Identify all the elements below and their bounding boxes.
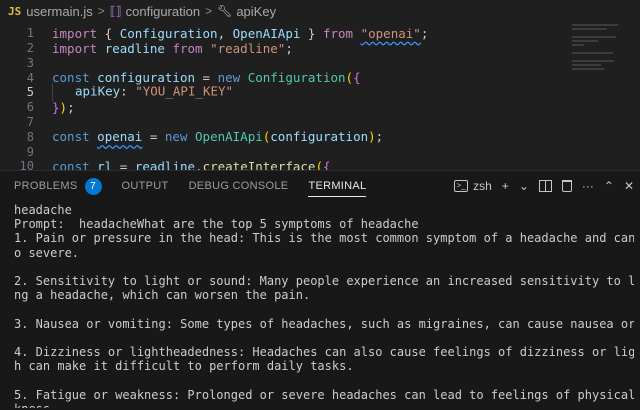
- tab-terminal[interactable]: TERMINAL: [308, 171, 367, 201]
- terminal-line: 2. Sensitivity to light or sound: Many p…: [14, 274, 634, 289]
- trash-icon[interactable]: [561, 180, 572, 192]
- shell-name: zsh: [473, 179, 492, 193]
- code-line[interactable]: 10 const rl = readline.createInterface({: [0, 155, 570, 170]
- terminal-line: 1. Pain or pressure in the head: This is…: [14, 231, 634, 246]
- terminal-icon: >_: [454, 180, 469, 192]
- tab-debug-console[interactable]: DEBUG CONSOLE: [189, 171, 289, 201]
- breadcrumb-file[interactable]: usermain.js: [26, 4, 92, 19]
- symbol-property-icon: 🔧︎: [217, 4, 233, 18]
- plus-icon[interactable]: +: [502, 179, 509, 193]
- tab-label: TERMINAL: [308, 180, 367, 192]
- terminal-line: headache: [14, 203, 72, 217]
- code-token: createInterface: [202, 158, 316, 170]
- code-editor[interactable]: 1 import { Configuration, OpenAIApi } fro…: [0, 22, 640, 170]
- terminal-line: o severe.: [14, 245, 80, 260]
- chevron-right-icon: >: [97, 4, 105, 18]
- terminal-line: Prompt: headacheWhat are the top 5 sympt…: [14, 217, 419, 232]
- terminal-line: 4. Dizziness or lightheadedness: Headach…: [14, 345, 634, 360]
- breadcrumb-symbol-apikey[interactable]: apiKey: [236, 4, 276, 19]
- terminal-shell-selector[interactable]: >_ zsh: [454, 179, 492, 193]
- code-token: rl: [97, 158, 113, 170]
- js-file-icon: JS: [8, 4, 22, 18]
- tab-label: DEBUG CONSOLE: [188, 180, 289, 192]
- problems-count-badge: 7: [84, 177, 102, 195]
- code-text: const rl = readline.createInterface({: [40, 159, 331, 170]
- code-token: .: [195, 158, 203, 170]
- code-token: {: [322, 158, 331, 170]
- terminal-line: ng a headache, which can worsen the pain…: [14, 288, 311, 303]
- bottom-panel: PROBLEMS 7 OUTPUT DEBUG CONSOLE TERMINAL >_ …: [0, 170, 640, 410]
- tab-problems[interactable]: PROBLEMS 7: [14, 171, 102, 201]
- code-token: const: [52, 158, 90, 170]
- tab-label: PROBLEMS: [14, 180, 78, 192]
- code-token: =: [112, 158, 135, 170]
- chevron-up-icon[interactable]: ⌃: [604, 179, 614, 193]
- symbol-variable-icon: ⟦⟧: [109, 4, 122, 18]
- terminal-line: h can make it difficult to perform daily…: [14, 359, 354, 374]
- code-token: readline: [134, 158, 196, 170]
- ellipsis-icon[interactable]: ···: [582, 179, 594, 193]
- terminal-line: 3. Nausea or vomiting: Some types of hea…: [14, 316, 634, 331]
- breadcrumb-symbol-configuration[interactable]: configuration: [126, 4, 200, 19]
- tab-output[interactable]: OUTPUT: [122, 171, 169, 201]
- panel-actions: >_ zsh + ⌄ ··· ⌃ ✕: [454, 171, 634, 201]
- close-icon[interactable]: ✕: [624, 179, 634, 193]
- line-number: 10: [19, 159, 34, 170]
- terminal-line: 5. Fatigue or weakness: Prolonged or sev…: [14, 387, 634, 402]
- chevron-right-icon: >: [205, 4, 213, 18]
- split-terminal-icon[interactable]: [538, 180, 552, 192]
- tab-label: OUTPUT: [121, 180, 169, 192]
- terminal-line: kness.: [14, 402, 634, 408]
- code-token: (: [315, 158, 323, 170]
- terminal-output[interactable]: headache Prompt: headacheWhat are the top…: [14, 203, 634, 408]
- minimap[interactable]: [572, 22, 630, 82]
- chevron-down-icon[interactable]: ⌄: [519, 179, 529, 193]
- breadcrumb: JS usermain.js > ⟦⟧ configuration > 🔧︎ a…: [0, 0, 640, 22]
